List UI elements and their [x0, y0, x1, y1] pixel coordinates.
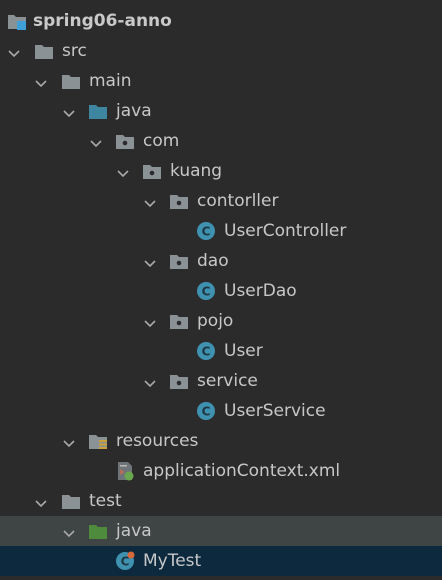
- tree-label: java: [116, 521, 152, 541]
- package-icon: [169, 311, 189, 331]
- tree-row-service[interactable]: service: [0, 366, 442, 396]
- chevron-down-icon[interactable]: [63, 525, 75, 538]
- tree-label: src: [62, 41, 87, 61]
- package-icon: [169, 191, 189, 211]
- tree-row-kuang[interactable]: kuang: [0, 156, 442, 186]
- java-test-class-icon: C: [115, 551, 135, 571]
- resources-folder-icon: [88, 431, 108, 451]
- tree-row-contorller[interactable]: contorller: [0, 186, 442, 216]
- package-icon: [142, 161, 162, 181]
- tree-row-mytest[interactable]: C MyTest: [0, 546, 442, 576]
- source-folder-icon: [88, 101, 108, 121]
- tree-label: pojo: [197, 311, 234, 331]
- tree-row-userservice[interactable]: C UserService: [0, 396, 442, 426]
- folder-icon: [61, 71, 81, 91]
- tree-label: com: [143, 131, 180, 151]
- tree-row-usercontroller[interactable]: C UserController: [0, 216, 442, 246]
- tree-row-com[interactable]: com: [0, 126, 442, 156]
- java-class-icon: C: [196, 401, 216, 421]
- tree-label: java: [116, 101, 152, 121]
- project-name: spring06-anno: [33, 11, 172, 31]
- tree-row-test[interactable]: test: [0, 486, 442, 516]
- chevron-down-icon[interactable]: [90, 135, 102, 148]
- chevron-down-icon[interactable]: [144, 315, 156, 328]
- tree-row-userdao[interactable]: C UserDao: [0, 276, 442, 306]
- package-icon: [169, 371, 189, 391]
- chevron-down-icon[interactable]: [63, 435, 75, 448]
- tree-row-src[interactable]: src: [0, 36, 442, 66]
- svg-text:C: C: [202, 225, 211, 239]
- package-icon: [169, 251, 189, 271]
- module-icon: [7, 11, 27, 31]
- svg-text:C: C: [202, 345, 211, 359]
- tree-row-java-main[interactable]: java: [0, 96, 442, 126]
- tree-row-user[interactable]: C User: [0, 336, 442, 366]
- chevron-down-icon[interactable]: [63, 105, 75, 118]
- tree-row-dao[interactable]: dao: [0, 246, 442, 276]
- tree-row-resources[interactable]: resources: [0, 426, 442, 456]
- chevron-down-icon[interactable]: [117, 165, 129, 178]
- chevron-down-icon[interactable]: [35, 495, 47, 508]
- tree-row-applicationcontext[interactable]: applicationContext.xml: [0, 456, 442, 486]
- package-icon: [115, 131, 135, 151]
- tree-label: MyTest: [143, 551, 202, 571]
- tree-label: resources: [116, 431, 199, 451]
- tree-label: kuang: [170, 161, 223, 181]
- svg-text:C: C: [202, 285, 211, 299]
- chevron-down-icon[interactable]: [144, 255, 156, 268]
- tree-label: UserService: [224, 401, 326, 421]
- java-class-icon: C: [196, 221, 216, 241]
- java-class-icon: C: [196, 281, 216, 301]
- tree-label: main: [89, 71, 132, 91]
- test-folder-icon: [88, 521, 108, 541]
- chevron-down-icon[interactable]: [144, 375, 156, 388]
- java-class-icon: C: [196, 341, 216, 361]
- chevron-down-icon[interactable]: [8, 45, 20, 58]
- chevron-down-icon[interactable]: [144, 195, 156, 208]
- tree-row-main[interactable]: main: [0, 66, 442, 96]
- tree-label: contorller: [197, 191, 279, 211]
- chevron-down-icon[interactable]: [35, 75, 47, 88]
- tree-row-java-test[interactable]: java: [0, 516, 442, 546]
- tree-label: UserController: [224, 221, 347, 241]
- tree-label: User: [224, 341, 263, 361]
- spring-xml-icon: [115, 461, 135, 481]
- folder-icon: [34, 41, 54, 61]
- folder-icon: [61, 491, 81, 511]
- project-tree: spring06-anno src main java com kuang co…: [0, 0, 442, 580]
- svg-text:C: C: [202, 405, 211, 419]
- tree-row-project[interactable]: spring06-anno: [0, 6, 442, 36]
- tree-label: service: [197, 371, 258, 391]
- tree-label: test: [89, 491, 122, 511]
- tree-label: dao: [197, 251, 229, 271]
- tree-label: applicationContext.xml: [143, 461, 341, 481]
- tree-row-pojo[interactable]: pojo: [0, 306, 442, 336]
- tree-label: UserDao: [224, 281, 297, 301]
